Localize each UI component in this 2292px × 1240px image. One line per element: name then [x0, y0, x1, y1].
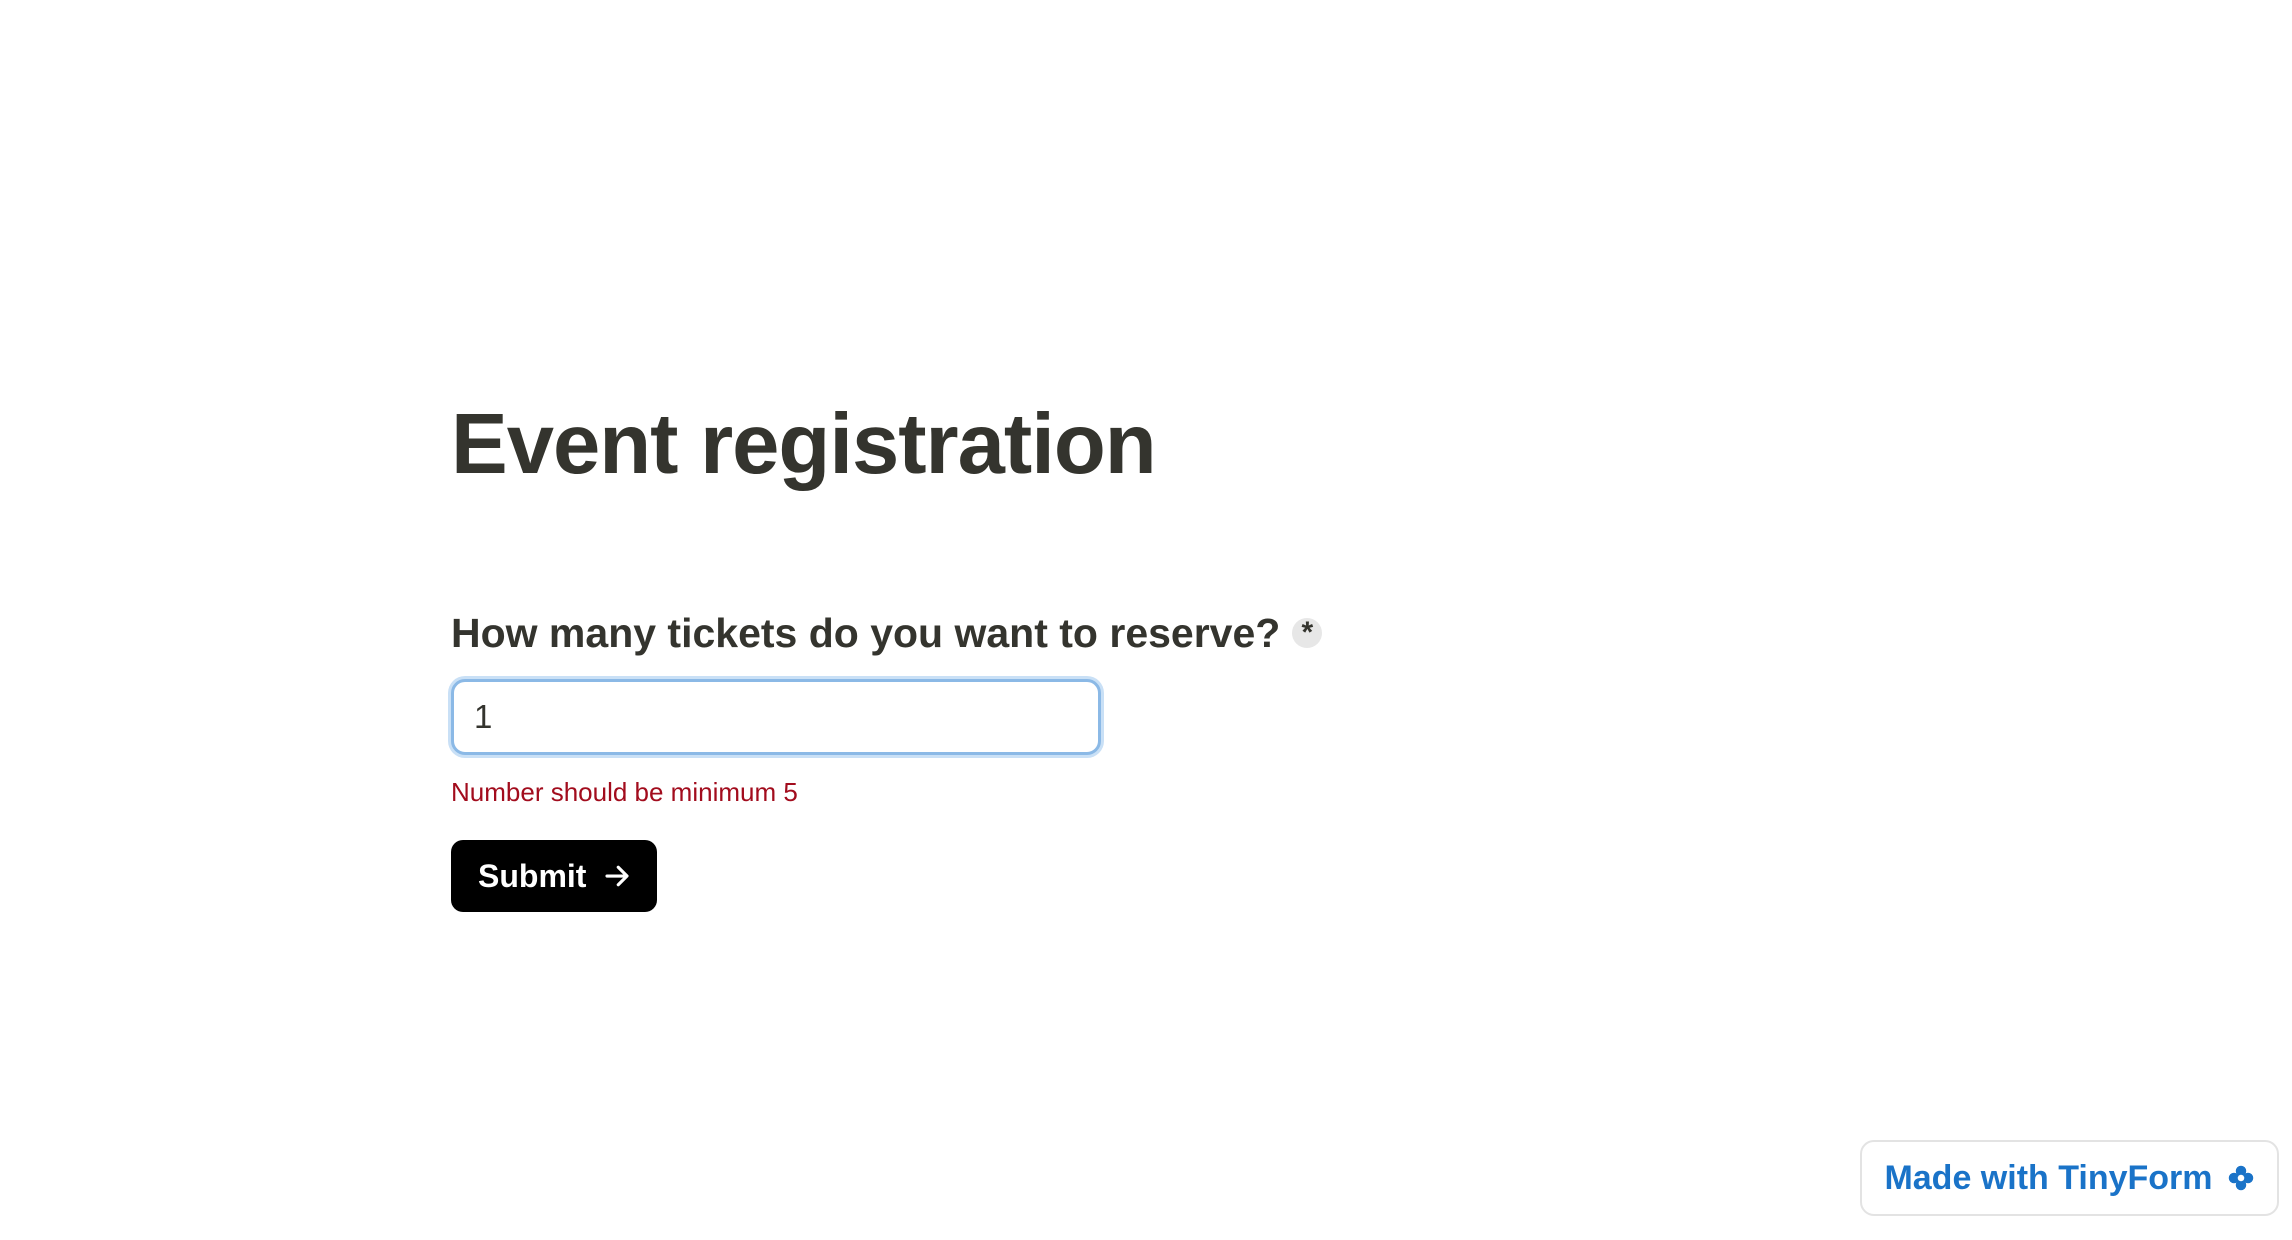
validation-error: Number should be minimum 5: [451, 777, 798, 807]
made-with-tinyform-link[interactable]: Made with TinyForm: [1860, 1140, 2279, 1216]
page: Event registration How many tickets do y…: [0, 0, 2292, 1240]
required-asterisk-icon: *: [1292, 618, 1323, 648]
tinyform-flower-icon: [2228, 1165, 2253, 1191]
question-label: How many tickets do you want to reserve?: [451, 610, 1281, 656]
question-row: How many tickets do you want to reserve?…: [451, 607, 1451, 659]
submit-button[interactable]: Submit: [451, 840, 658, 912]
registration-form: Event registration How many tickets do y…: [451, 395, 1451, 912]
submit-button-label: Submit: [478, 857, 587, 894]
page-title: Event registration: [451, 397, 1157, 492]
tickets-number-input[interactable]: [451, 679, 1101, 755]
arrow-right-icon: [605, 865, 629, 887]
made-with-tinyform-label: Made with TinyForm: [1884, 1158, 2213, 1197]
